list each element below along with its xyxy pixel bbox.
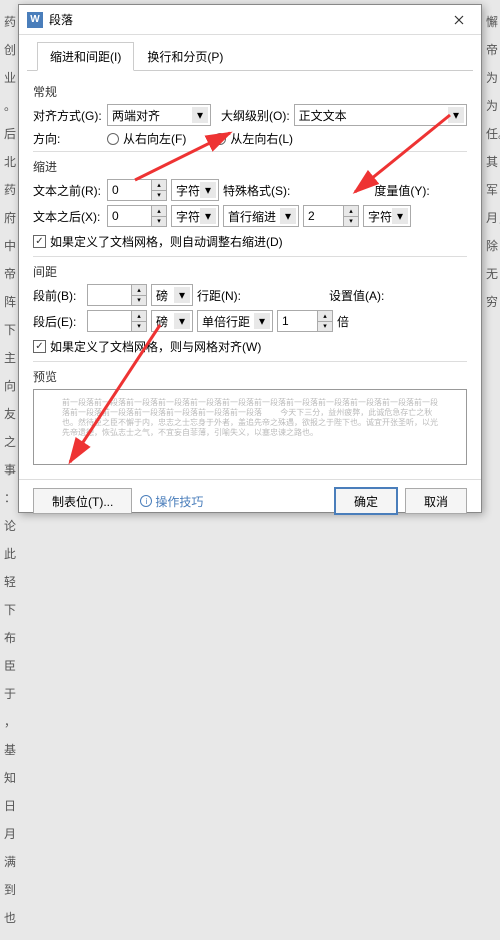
setat-spinner[interactable]: 1▴▾ — [277, 310, 333, 332]
section-spacing: 间距 — [33, 263, 467, 280]
outline-combo[interactable]: 正文文本▾ — [294, 104, 467, 126]
tabstops-button[interactable]: 制表位(T)... — [33, 488, 132, 514]
direction-label: 方向: — [33, 130, 103, 147]
bg-left: 药创业 。后北 药府中 帝阵下 主 向友 之事 ： 论此 轻下 布 臣于 ，基 … — [0, 0, 18, 940]
section-general: 常规 — [33, 83, 467, 100]
indent-before-label: 文本之前(R): — [33, 182, 103, 199]
bg-right: 懈 帝 为 为 任。 其 军 月， 除 无穷 — [482, 0, 500, 324]
indent-before-unit[interactable]: 字符▾ — [171, 179, 219, 201]
space-after-spinner[interactable]: ▴▾ — [87, 310, 147, 332]
indent-before-spinner[interactable]: 0▴▾ — [107, 179, 167, 201]
spacing-grid-check[interactable]: ✓如果定义了文档网格，则与网格对齐(W) — [33, 338, 467, 355]
dir-rtl-radio[interactable]: 从右向左(F) — [107, 130, 186, 147]
indent-after-unit[interactable]: 字符▾ — [171, 205, 219, 227]
dialog-title: 段落 — [49, 11, 445, 28]
tips-link[interactable]: i操作技巧 — [140, 493, 203, 510]
titlebar: W 段落 — [19, 5, 481, 35]
tab-line-page-breaks[interactable]: 换行和分页(P) — [134, 42, 236, 71]
setat-unit: 倍 — [337, 313, 349, 330]
indent-after-label: 文本之后(X): — [33, 208, 103, 225]
setat-label: 设置值(A): — [329, 287, 385, 304]
space-before-label: 段前(B): — [33, 287, 83, 304]
ok-button[interactable]: 确定 — [335, 488, 397, 514]
outline-label: 大纲级别(O): — [221, 107, 290, 124]
info-icon: i — [140, 495, 152, 507]
align-label: 对齐方式(G): — [33, 107, 103, 124]
cancel-button[interactable]: 取消 — [405, 488, 467, 514]
dir-ltr-radio[interactable]: 从左向右(L) — [214, 130, 293, 147]
app-icon: W — [27, 12, 43, 28]
measure-label: 度量值(Y): — [374, 182, 430, 199]
linespace-combo[interactable]: 单倍行距▾ — [197, 310, 273, 332]
measure-unit[interactable]: 字符▾ — [363, 205, 411, 227]
close-button[interactable] — [445, 10, 473, 30]
section-preview: 预览 — [33, 368, 467, 385]
space-before-unit[interactable]: 磅▾ — [151, 284, 193, 306]
indent-after-spinner[interactable]: 0▴▾ — [107, 205, 167, 227]
chevron-down-icon: ▾ — [448, 107, 464, 123]
linespace-label: 行距(N): — [197, 287, 245, 304]
space-after-label: 段后(E): — [33, 313, 83, 330]
align-combo[interactable]: 两端对齐▾ — [107, 104, 211, 126]
chevron-down-icon: ▾ — [192, 107, 208, 123]
measure-spinner[interactable]: 2▴▾ — [303, 205, 359, 227]
special-combo[interactable]: 首行缩进▾ — [223, 205, 299, 227]
indent-grid-check[interactable]: ✓如果定义了文档网格，则自动调整右缩进(D) — [33, 233, 467, 250]
space-after-unit[interactable]: 磅▾ — [151, 310, 193, 332]
tab-indent-spacing[interactable]: 缩进和间距(I) — [37, 42, 134, 71]
tab-strip: 缩进和间距(I) 换行和分页(P) — [27, 35, 473, 71]
section-indent: 缩进 — [33, 158, 467, 175]
paragraph-dialog: W 段落 缩进和间距(I) 换行和分页(P) 常规 对齐方式(G): 两端对齐▾… — [18, 4, 482, 513]
special-label: 特殊格式(S): — [223, 182, 290, 199]
preview-box: 前一段落前一段落前一段落前一段落前一段落前一段落前一段落前一段落前一段落前一段落… — [33, 389, 467, 465]
space-before-spinner[interactable]: ▴▾ — [87, 284, 147, 306]
